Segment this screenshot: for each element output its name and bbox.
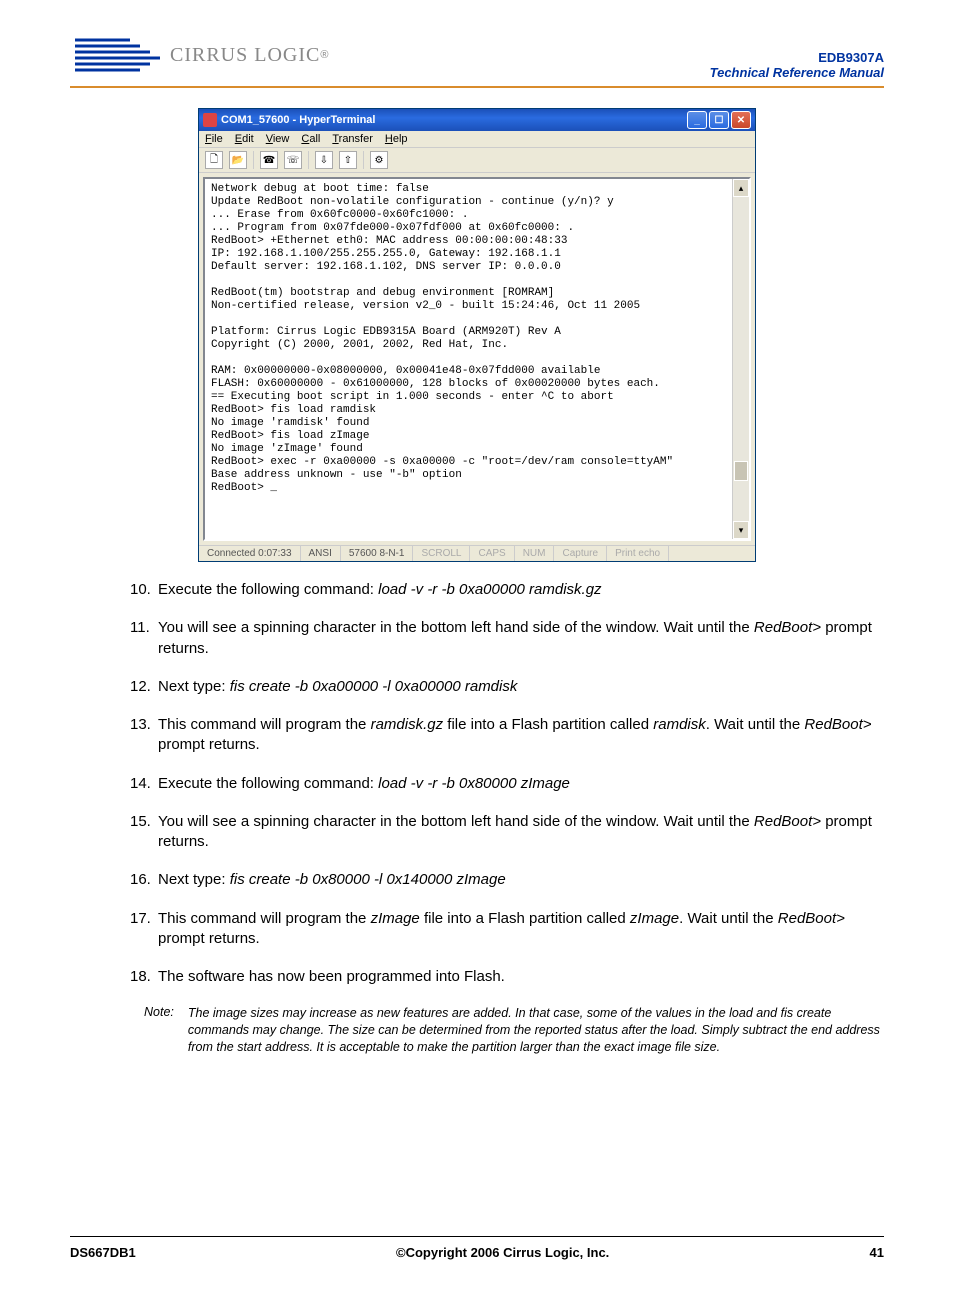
step-17-c: file into a Flash partition called bbox=[420, 910, 630, 927]
step-15: 15. You will see a spinning character in… bbox=[130, 812, 874, 853]
receive-icon[interactable]: ⇧ bbox=[339, 151, 357, 169]
step-16-text: Next type: bbox=[158, 871, 230, 888]
step-13: 13. This command will program the ramdis… bbox=[130, 715, 874, 756]
step-13-e: . Wait until the bbox=[706, 716, 805, 733]
cirrus-wave-icon bbox=[70, 30, 170, 80]
menu-call[interactable]: Call bbox=[301, 133, 320, 145]
status-echo: Print echo bbox=[607, 546, 669, 561]
step-14: 14. Execute the following command: load … bbox=[130, 774, 874, 794]
call-icon[interactable]: ☎ bbox=[260, 151, 278, 169]
menu-view[interactable]: View bbox=[266, 133, 290, 145]
footer-center: ©Copyright 2006 Cirrus Logic, Inc. bbox=[396, 1245, 609, 1260]
header-title-block: EDB9307A Technical Reference Manual bbox=[710, 50, 884, 80]
step-15-b: RedBoot> bbox=[754, 813, 821, 830]
logo: CIRRUS LOGIC® bbox=[70, 30, 328, 80]
step-13-c: file into a Flash partition called bbox=[443, 716, 653, 733]
scroll-up-icon[interactable]: ▴ bbox=[733, 179, 749, 197]
step-13-b: ramdisk.gz bbox=[371, 716, 444, 733]
page-footer: DS667DB1 ©Copyright 2006 Cirrus Logic, I… bbox=[70, 1236, 884, 1260]
new-icon[interactable]: 🗋 bbox=[205, 151, 223, 169]
step-17-a: This command will program the bbox=[158, 910, 371, 927]
status-scroll: SCROLL bbox=[413, 546, 470, 561]
step-10: 10. Execute the following command: load … bbox=[130, 580, 874, 600]
status-num: NUM bbox=[515, 546, 555, 561]
status-emulation: ANSI bbox=[301, 546, 341, 561]
hangup-icon[interactable]: ☏ bbox=[284, 151, 302, 169]
properties-icon[interactable]: ⚙ bbox=[370, 151, 388, 169]
step-13-d: ramdisk bbox=[653, 716, 706, 733]
step-17-e: . Wait until the bbox=[679, 910, 778, 927]
open-icon[interactable]: 📂 bbox=[229, 151, 247, 169]
product-code: EDB9307A bbox=[710, 50, 884, 65]
menu-transfer[interactable]: Transfer bbox=[332, 133, 373, 145]
step-17-g: prompt returns. bbox=[158, 930, 260, 947]
step-13-a: This command will program the bbox=[158, 716, 371, 733]
step-11-b: RedBoot> bbox=[754, 619, 821, 636]
status-capture: Capture bbox=[554, 546, 607, 561]
hyperterminal-window: COM1_57600 - HyperTerminal _ ☐ ✕ File Ed… bbox=[198, 108, 756, 562]
toolbar: 🗋 📂 ☎ ☏ ⇩ ⇧ ⚙ bbox=[199, 148, 755, 173]
app-icon bbox=[203, 113, 217, 127]
logo-text: CIRRUS LOGIC bbox=[170, 44, 320, 67]
maximize-button[interactable]: ☐ bbox=[709, 111, 729, 129]
scrollbar[interactable]: ▴ ▾ bbox=[732, 179, 749, 539]
menu-help[interactable]: Help bbox=[385, 133, 408, 145]
scroll-down-icon[interactable]: ▾ bbox=[733, 521, 749, 539]
manual-subtitle: Technical Reference Manual bbox=[710, 65, 884, 80]
step-17-f: RedBoot> bbox=[778, 910, 845, 927]
step-11: 11. You will see a spinning character in… bbox=[130, 618, 874, 659]
close-button[interactable]: ✕ bbox=[731, 111, 751, 129]
step-10-cmd: load -v -r -b 0xa00000 ramdisk.gz bbox=[378, 581, 601, 598]
menu-file[interactable]: File bbox=[205, 133, 223, 145]
step-18: 18. The software has now been programmed… bbox=[130, 967, 874, 987]
footer-left: DS667DB1 bbox=[70, 1245, 136, 1260]
step-12-text: Next type: bbox=[158, 678, 230, 695]
step-11-a: You will see a spinning character in the… bbox=[158, 619, 754, 636]
step-16: 16. Next type: fis create -b 0x80000 -l … bbox=[130, 870, 874, 890]
step-10-text: Execute the following command: bbox=[158, 581, 378, 598]
status-port: 57600 8-N-1 bbox=[341, 546, 414, 561]
terminal-output: Network debug at boot time: false Update… bbox=[205, 179, 732, 539]
instruction-list: 10. Execute the following command: load … bbox=[130, 580, 874, 987]
step-12: 12. Next type: fis create -b 0xa00000 -l… bbox=[130, 677, 874, 697]
note-block: Note: The image sizes may increase as ne… bbox=[144, 1005, 884, 1056]
minimize-button[interactable]: _ bbox=[687, 111, 707, 129]
step-17-b: zImage bbox=[371, 910, 420, 927]
titlebar[interactable]: COM1_57600 - HyperTerminal _ ☐ ✕ bbox=[199, 109, 755, 131]
scroll-thumb[interactable] bbox=[734, 461, 748, 481]
send-icon[interactable]: ⇩ bbox=[315, 151, 333, 169]
menu-bar: File Edit View Call Transfer Help bbox=[199, 131, 755, 148]
step-15-a: You will see a spinning character in the… bbox=[158, 813, 754, 830]
step-17-d: zImage bbox=[630, 910, 679, 927]
terminal[interactable]: Network debug at boot time: false Update… bbox=[203, 177, 751, 541]
step-12-cmd: fis create -b 0xa00000 -l 0xa00000 ramdi… bbox=[230, 678, 518, 695]
note-label: Note: bbox=[144, 1005, 174, 1056]
note-body: The image sizes may increase as new feat… bbox=[188, 1005, 884, 1056]
step-18-text: The software has now been programmed int… bbox=[158, 967, 874, 987]
step-13-f: RedBoot> bbox=[804, 716, 871, 733]
footer-page: 41 bbox=[870, 1245, 884, 1260]
step-14-text: Execute the following command: bbox=[158, 775, 378, 792]
status-connected: Connected 0:07:33 bbox=[199, 546, 301, 561]
step-14-cmd: load -v -r -b 0x80000 zImage bbox=[378, 775, 570, 792]
step-16-cmd: fis create -b 0x80000 -l 0x140000 zImage bbox=[230, 871, 506, 888]
status-bar: Connected 0:07:33 ANSI 57600 8-N-1 SCROL… bbox=[199, 545, 755, 561]
window-title: COM1_57600 - HyperTerminal bbox=[221, 114, 375, 126]
status-caps: CAPS bbox=[470, 546, 514, 561]
step-17: 17. This command will program the zImage… bbox=[130, 909, 874, 950]
step-13-g: prompt returns. bbox=[158, 736, 260, 753]
menu-edit[interactable]: Edit bbox=[235, 133, 254, 145]
page-header: CIRRUS LOGIC® EDB9307A Technical Referen… bbox=[70, 30, 884, 88]
